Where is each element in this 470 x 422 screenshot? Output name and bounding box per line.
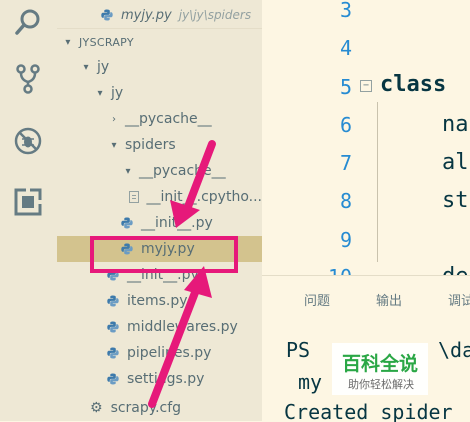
- code-line: al: [442, 150, 469, 175]
- code-editor[interactable]: 3 4 5 6 7 8 9 10 − class na al st de: [262, 0, 470, 275]
- terminal-line: Created spider: [284, 400, 453, 422]
- tree-label: scrapy.cfg: [110, 400, 182, 416]
- chevron-down-icon: ▾: [65, 36, 71, 48]
- line-number: 5: [339, 75, 352, 99]
- debug-icon[interactable]: [12, 125, 44, 157]
- line-number: 8: [339, 189, 352, 213]
- tree-file-pipelines[interactable]: pipelines.py: [57, 340, 262, 366]
- code-line: st: [442, 188, 469, 213]
- extensions-icon[interactable]: [12, 186, 44, 218]
- tree-label: __init__.cpytho...: [146, 189, 263, 205]
- tree-folder-jy-inner[interactable]: ▾ jy: [57, 80, 262, 106]
- tree-label: items.py: [127, 293, 188, 309]
- open-editor-item[interactable]: myjy.py jy\jy\spiders: [57, 2, 262, 28]
- code-keyword-class: class: [380, 72, 447, 97]
- tree-label: spiders: [125, 137, 176, 153]
- terminal-line: my: [298, 370, 323, 394]
- tree-label: __init__.py: [141, 215, 213, 231]
- chevron-down-icon: ▾: [125, 165, 131, 177]
- tree-label: pipelines.py: [127, 345, 212, 361]
- python-file-icon: [121, 217, 133, 229]
- tree-label: __pycache__: [125, 111, 212, 127]
- line-number: 7: [339, 151, 352, 175]
- line-number: 10: [328, 265, 352, 275]
- tree-file-scrapy-cfg[interactable]: ⚙ scrapy.cfg: [57, 395, 262, 421]
- tree-file-items[interactable]: items.py: [57, 288, 262, 314]
- python-file-icon: [107, 373, 119, 385]
- open-editor-filename: myjy.py: [121, 7, 172, 23]
- line-number: 3: [339, 0, 352, 22]
- line-number: 6: [339, 113, 352, 137]
- watermark-title: 百科全说: [342, 353, 419, 375]
- activity-bar: [0, 0, 57, 421]
- watermark: 百科全说 助你轻松解决: [332, 343, 428, 395]
- python-file-icon: [107, 347, 119, 359]
- explorer-section-header[interactable]: ▾ JYSCRAPY: [57, 28, 262, 55]
- search-icon[interactable]: [12, 6, 44, 38]
- tree-label: middlewares.py: [127, 319, 238, 335]
- fold-toggle-icon[interactable]: −: [360, 80, 372, 92]
- chevron-down-icon: ▾: [83, 61, 89, 73]
- tab-debug-console[interactable]: 调试: [448, 290, 470, 309]
- chevron-down-icon: ▾: [111, 139, 117, 151]
- tab-output[interactable]: 输出: [376, 290, 402, 309]
- tree-label: jy: [111, 85, 124, 101]
- source-control-icon[interactable]: [12, 63, 44, 95]
- code-line: na: [442, 112, 469, 137]
- file-icon: [128, 191, 139, 203]
- chevron-right-icon: ›: [112, 113, 116, 125]
- terminal-path: \da: [438, 338, 470, 362]
- tree-label: settings.py: [127, 371, 205, 387]
- tree-label: __pycache__: [139, 163, 226, 179]
- open-editor-path: jy\jy\spiders: [178, 8, 252, 22]
- tree-file-spiders-init[interactable]: __init__.py: [57, 210, 262, 236]
- annotation-highlight-box: [90, 236, 238, 273]
- line-number: 4: [339, 36, 352, 60]
- chevron-down-icon: ▾: [97, 87, 103, 99]
- tree-folder-pycache[interactable]: › __pycache__: [57, 106, 262, 132]
- tree-folder-spiders[interactable]: ▾ spiders: [57, 132, 262, 158]
- tree-folder-jy[interactable]: ▾ jy: [57, 54, 262, 80]
- watermark-subtitle: 助你轻松解决: [348, 378, 414, 391]
- tab-problems[interactable]: 问题: [304, 290, 330, 309]
- tree-file-init-pyc[interactable]: __init__.cpytho...: [57, 184, 262, 210]
- tree-label: jy: [97, 59, 110, 75]
- section-title: JYSCRAPY: [79, 35, 134, 49]
- tree-folder-spiders-pycache[interactable]: ▾ __pycache__: [57, 158, 262, 184]
- python-file-icon: [101, 9, 113, 21]
- indent-guide: [377, 102, 378, 262]
- terminal-prompt: PS: [286, 338, 311, 362]
- explorer-sidebar: myjy.py jy\jy\spiders ▾ JYSCRAPY ▾ jy ▾ …: [57, 0, 262, 421]
- python-file-icon: [107, 321, 119, 333]
- line-number: 9: [339, 228, 352, 252]
- code-line: de: [442, 264, 469, 275]
- gear-icon: ⚙: [90, 400, 103, 416]
- tree-file-middlewares[interactable]: middlewares.py: [57, 314, 262, 340]
- tree-file-settings[interactable]: settings.py: [57, 366, 262, 392]
- python-file-icon: [107, 295, 119, 307]
